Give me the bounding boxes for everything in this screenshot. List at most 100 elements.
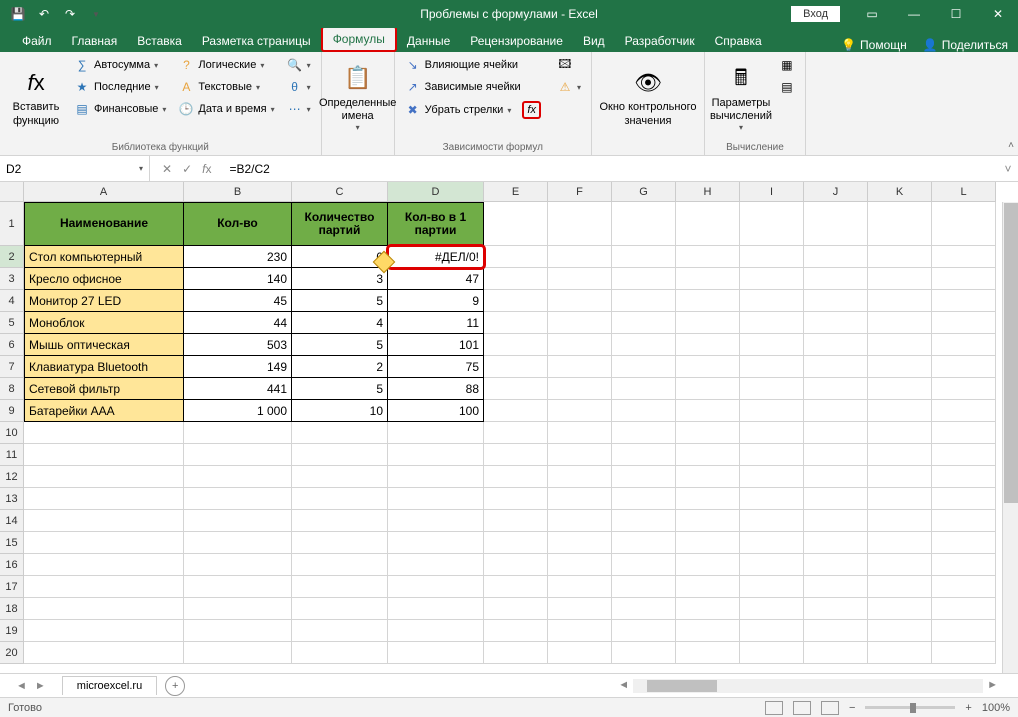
cell-name[interactable]: Клавиатура Bluetooth <box>24 356 184 378</box>
normal-view-button[interactable] <box>765 701 783 715</box>
remove-arrows-button[interactable]: ✖Убрать стрелки▾ fx <box>401 99 545 121</box>
share-icon[interactable]: 👤 <box>923 38 938 52</box>
cell-name[interactable]: Мышь оптическая <box>24 334 184 356</box>
tab-home[interactable]: Главная <box>62 30 128 52</box>
calc-sheet-button[interactable]: ▤ <box>775 77 799 97</box>
login-button[interactable]: Вход <box>791 6 840 22</box>
column-header-A[interactable]: A <box>24 182 184 202</box>
insert-function-button[interactable]: fx Вставить функцию <box>6 55 66 140</box>
tab-formulas[interactable]: Формулы <box>321 26 397 52</box>
trace-dependents-button[interactable]: ↗Зависимые ячейки <box>401 77 545 97</box>
page-break-view-button[interactable] <box>821 701 839 715</box>
cell-result[interactable]: 11 <box>388 312 484 334</box>
column-header-E[interactable]: E <box>484 182 548 202</box>
cell-qty[interactable]: 45 <box>184 290 292 312</box>
cell-name[interactable]: Кресло офисное <box>24 268 184 290</box>
zoom-level[interactable]: 100% <box>982 702 1010 714</box>
column-header-C[interactable]: C <box>292 182 388 202</box>
calc-options-button[interactable]: 🖩 Параметры вычислений▾ <box>711 55 771 140</box>
row-header[interactable]: 14 <box>0 510 24 532</box>
row-header[interactable]: 20 <box>0 642 24 664</box>
tab-data[interactable]: Данные <box>397 30 460 52</box>
minimize-icon[interactable]: — <box>894 0 934 28</box>
cell-parties[interactable]: 5 <box>292 378 388 400</box>
error-checking-button[interactable]: ⚠▾ <box>553 77 585 97</box>
undo-icon[interactable]: ↶ <box>36 6 52 22</box>
show-formulas-button[interactable]: 🖾 <box>553 55 585 75</box>
cell-parties[interactable]: 5 <box>292 334 388 356</box>
tab-file[interactable]: Файл <box>12 30 62 52</box>
select-all-corner[interactable] <box>0 182 24 202</box>
column-header-D[interactable]: D <box>388 182 484 202</box>
row-header[interactable]: 6 <box>0 334 24 356</box>
formula-input[interactable]: =B2/C2 <box>223 162 998 176</box>
trace-precedents-button[interactable]: ↘Влияющие ячейки <box>401 55 545 75</box>
add-sheet-button[interactable]: + <box>165 676 185 696</box>
row-header[interactable]: 11 <box>0 444 24 466</box>
vertical-scrollbar[interactable] <box>1002 202 1018 673</box>
tab-review[interactable]: Рецензирование <box>460 30 573 52</box>
defined-names-button[interactable]: 📋 Определенные имена▾ <box>328 55 388 140</box>
lookup-button[interactable]: 🔍▾ <box>283 55 315 75</box>
sheet-nav-next-icon[interactable]: ► <box>35 680 46 692</box>
column-header-G[interactable]: G <box>612 182 676 202</box>
cell-name[interactable]: Сетевой фильтр <box>24 378 184 400</box>
column-header-I[interactable]: I <box>740 182 804 202</box>
row-header[interactable]: 1 <box>0 202 24 246</box>
cell-result[interactable]: #ДЕЛ/0! <box>388 246 484 268</box>
row-header[interactable]: 4 <box>0 290 24 312</box>
tab-insert[interactable]: Вставка <box>127 30 192 52</box>
sheet-tab[interactable]: microexcel.ru <box>62 676 157 695</box>
row-header[interactable]: 2 <box>0 246 24 268</box>
cancel-formula-icon[interactable]: ✕ <box>162 162 172 176</box>
row-header[interactable]: 10 <box>0 422 24 444</box>
financial-button[interactable]: ▤Финансовые▾ <box>70 99 170 119</box>
cell-result[interactable]: 47 <box>388 268 484 290</box>
tell-me-icon[interactable]: 💡 <box>841 38 856 52</box>
more-functions-button[interactable]: ⋯▾ <box>283 99 315 119</box>
cell-qty[interactable]: 44 <box>184 312 292 334</box>
save-icon[interactable]: 💾 <box>10 6 26 22</box>
cell-qty[interactable]: 149 <box>184 356 292 378</box>
watch-window-button[interactable]: 👁 Окно контрольного значения <box>598 55 698 140</box>
zoom-slider[interactable] <box>865 706 955 709</box>
evaluate-formula-button[interactable]: fx <box>522 101 541 119</box>
cell-parties[interactable]: 2 <box>292 356 388 378</box>
column-header-H[interactable]: H <box>676 182 740 202</box>
text-button[interactable]: AТекстовые▾ <box>174 77 278 97</box>
row-header[interactable]: 17 <box>0 576 24 598</box>
ribbon-options-icon[interactable]: ▭ <box>852 0 892 28</box>
column-header-K[interactable]: K <box>868 182 932 202</box>
row-header[interactable]: 13 <box>0 488 24 510</box>
row-header[interactable]: 18 <box>0 598 24 620</box>
row-header[interactable]: 8 <box>0 378 24 400</box>
sheet-nav-prev-icon[interactable]: ◄ <box>16 680 27 692</box>
fx-bar-icon[interactable]: fx <box>202 162 211 176</box>
cell-name[interactable]: Батарейки AAA <box>24 400 184 422</box>
cell-result[interactable]: 9 <box>388 290 484 312</box>
cell-parties[interactable]: 0 <box>292 246 388 268</box>
cell-qty[interactable]: 441 <box>184 378 292 400</box>
hscroll-left-icon[interactable]: ◄ <box>618 679 629 693</box>
cell-qty[interactable]: 503 <box>184 334 292 356</box>
cell-parties[interactable]: 3 <box>292 268 388 290</box>
cell-parties[interactable]: 4 <box>292 312 388 334</box>
cell-result[interactable]: 100 <box>388 400 484 422</box>
row-header[interactable]: 7 <box>0 356 24 378</box>
cell-parties[interactable]: 5 <box>292 290 388 312</box>
math-button[interactable]: θ▾ <box>283 77 315 97</box>
row-header[interactable]: 3 <box>0 268 24 290</box>
logical-button[interactable]: ?Логические▾ <box>174 55 278 75</box>
cell-name[interactable]: Монитор 27 LED <box>24 290 184 312</box>
tell-me-label[interactable]: Помощн <box>860 38 907 52</box>
tab-view[interactable]: Вид <box>573 30 615 52</box>
cell-result[interactable]: 75 <box>388 356 484 378</box>
column-header-B[interactable]: B <box>184 182 292 202</box>
enter-formula-icon[interactable]: ✓ <box>182 162 192 176</box>
cell-name[interactable]: Моноблок <box>24 312 184 334</box>
row-header[interactable]: 5 <box>0 312 24 334</box>
row-header[interactable]: 9 <box>0 400 24 422</box>
row-header[interactable]: 15 <box>0 532 24 554</box>
collapse-ribbon-icon[interactable]: ˄ <box>1008 140 1014 151</box>
close-icon[interactable]: ✕ <box>978 0 1018 28</box>
